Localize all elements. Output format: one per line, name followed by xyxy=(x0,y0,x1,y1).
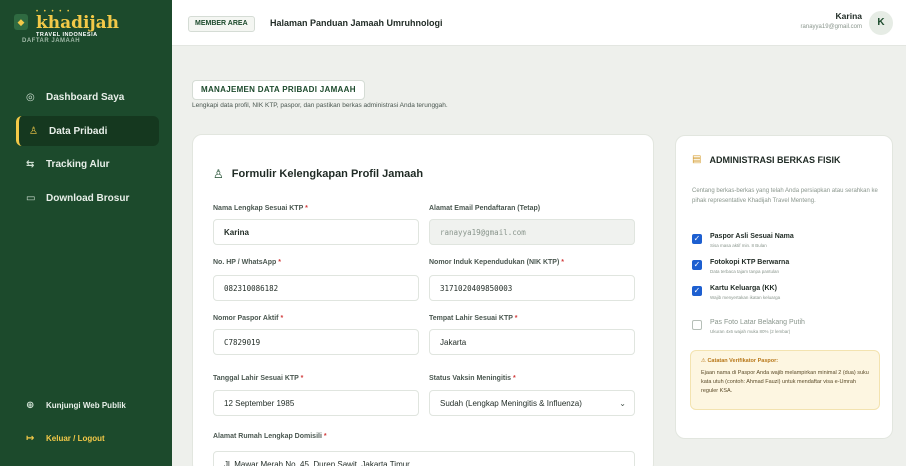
page-subtitle: Lengkapi data profil, NIK KTP, paspor, d… xyxy=(192,102,448,109)
sidebar-item-label: Kunjungi Web Publik xyxy=(46,400,126,410)
sidebar-item-label: Dashboard Saya xyxy=(46,91,125,103)
globe-icon: ⊕ xyxy=(26,399,35,411)
email-field[interactable]: ranayya19@gmail.com xyxy=(429,219,635,245)
sidebar-item-label: Keluar / Logout xyxy=(46,433,105,443)
page-title: MANAJEMEN DATA PRIBADI JAMAAH xyxy=(192,80,365,100)
avatar[interactable]: K xyxy=(869,11,893,35)
tempat-lahir-label: Tempat Lahir Sesuai KTP * xyxy=(429,315,518,322)
alamat-field[interactable]: Jl. Mawar Merah No. 45, Duren Sawit, Jak… xyxy=(213,451,635,466)
route-icon: ⇆ xyxy=(26,158,35,170)
tgl-lahir-field[interactable]: 12 September 1985 xyxy=(213,390,419,416)
admin-description: Centang berkas-berkas yang telah Anda pe… xyxy=(692,188,878,204)
admin-title: ▤ ADMINISTRASI BERKAS FISIK xyxy=(692,154,841,165)
kaaba-icon: ◆ xyxy=(14,14,28,30)
hp-field[interactable]: 082310086182 xyxy=(213,275,419,301)
sidebar-item-dashboard[interactable]: ◎ Dashboard Saya xyxy=(16,82,159,112)
document-icon: ▤ xyxy=(692,154,702,165)
checkbox-checked[interactable]: ✓ xyxy=(692,286,702,296)
chevron-down-icon: ⌄ xyxy=(619,399,626,408)
sidebar-item-brosur[interactable]: ▭ Download Brosur xyxy=(16,183,159,213)
header-title: Halaman Panduan Jamaah Umruhnologi xyxy=(270,18,443,28)
sidebar-item-tracking[interactable]: ⇆ Tracking Alur xyxy=(16,149,159,179)
checklist-item-pas-foto[interactable]: Pas Foto Latar Belakang Putih Ukuran 4x6… xyxy=(692,318,882,335)
nama-label: Nama Lengkap Sesuai KTP * xyxy=(213,205,308,212)
checkbox-unchecked[interactable] xyxy=(692,320,702,330)
brand-name: khadijah xyxy=(36,13,120,33)
user-icon: ♙ xyxy=(29,125,38,137)
sidebar-item-label: Tracking Alur xyxy=(46,158,110,170)
checklist-item-ktp[interactable]: ✓ Fotokopi KTP Berwarna Data terbaca taj… xyxy=(692,258,882,275)
alamat-label: Alamat Rumah Lengkap Domisili * xyxy=(213,433,327,440)
email-label: Alamat Email Pendaftaran (Tetap) xyxy=(429,205,541,212)
profile-form-card: ♙ Formulir Kelengkapan Profil Jamaah Nam… xyxy=(192,134,654,466)
form-title: ♙ Formulir Kelengkapan Profil Jamaah xyxy=(213,167,423,181)
sidebar-item-label: Download Brosur xyxy=(46,192,130,204)
logout-icon: ↦ xyxy=(26,432,35,444)
admin-berkas-card: ▤ ADMINISTRASI BERKAS FISIK Centang berk… xyxy=(675,135,893,439)
checklist-item-paspor[interactable]: ✓ Paspor Asli Sesuai Nama Sisa masa akti… xyxy=(692,232,882,249)
user-name: Karina xyxy=(835,11,862,21)
vaksin-label: Status Vaksin Meningitis * xyxy=(429,375,516,382)
paspor-label: Nomor Paspor Aktif * xyxy=(213,315,284,322)
nik-label: Nomor Induk Kependudukan (NIK KTP) * xyxy=(429,259,564,266)
user-icon: ♙ xyxy=(213,167,224,181)
nik-field[interactable]: 3171020409850003 xyxy=(429,275,635,301)
hp-label: No. HP / WhatsApp * xyxy=(213,259,281,266)
top-header: MEMBER AREA Halaman Panduan Jamaah Umruh… xyxy=(172,0,906,46)
member-area-badge: MEMBER AREA xyxy=(188,16,255,32)
note-body: Ejaan nama di Paspor Anda wajib melampir… xyxy=(701,370,869,394)
sidebar-item-data-pribadi[interactable]: ♙ Data Pribadi xyxy=(16,116,159,146)
sidebar-item-web-publik[interactable]: ⊕ Kunjungi Web Publik xyxy=(16,390,159,420)
checklist-item-kk[interactable]: ✓ Kartu Keluarga (KK) Wajib menyertakan … xyxy=(692,284,882,301)
paspor-field[interactable]: C7829019 xyxy=(213,329,419,355)
verifikator-note: ⚠ Catatan Verifikator Paspor: Ejaan nama… xyxy=(690,350,880,410)
vaksin-select[interactable]: Sudah (Lengkap Meningitis & Influenza) ⌄ xyxy=(429,390,635,416)
checkbox-checked[interactable]: ✓ xyxy=(692,260,702,270)
sidebar: ◆ • • • • • khadijah TRAVEL INDONESIA DA… xyxy=(0,0,172,466)
sidebar-item-logout[interactable]: ↦ Keluar / Logout xyxy=(16,423,159,453)
tempat-lahir-field[interactable]: Jakarta xyxy=(429,329,635,355)
checkbox-checked[interactable]: ✓ xyxy=(692,234,702,244)
dashboard-icon: ◎ xyxy=(26,91,35,103)
user-email: ranayya19@gmail.com xyxy=(800,24,862,30)
nama-field[interactable]: Karina xyxy=(213,219,419,245)
tgl-lahir-label: Tanggal Lahir Sesuai KTP * xyxy=(213,375,304,382)
brand-logo[interactable]: ◆ • • • • • khadijah TRAVEL INDONESIA xyxy=(14,9,120,39)
sidebar-section-label: DAFTAR JAMAAH xyxy=(22,38,81,44)
book-icon: ▭ xyxy=(26,192,36,204)
sidebar-item-label: Data Pribadi xyxy=(49,125,108,137)
form-title-text: Formulir Kelengkapan Profil Jamaah xyxy=(231,168,424,180)
note-title: ⚠ Catatan Verifikator Paspor: xyxy=(701,358,779,364)
